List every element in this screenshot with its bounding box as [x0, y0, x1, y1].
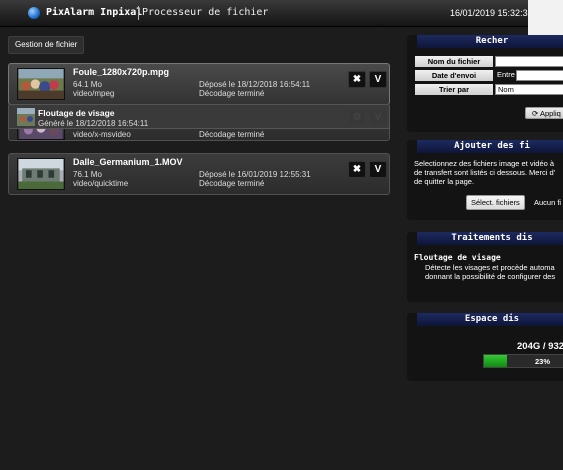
file-name: Foule_1280x720p.mpg: [73, 67, 170, 77]
file-management-button[interactable]: Gestion de fichier: [8, 36, 85, 54]
app-subtitle: Processeur de fichier: [142, 7, 269, 18]
add-files-title: Ajouter des fi: [417, 140, 563, 153]
title-separator: [138, 6, 139, 20]
video-thumbnail: [17, 68, 65, 100]
add-files-text-3: de quitter la page.: [414, 177, 475, 186]
delete-icon[interactable]: ✖: [348, 161, 366, 178]
file-name: Dalle_Germanium_1.MOV: [73, 157, 183, 167]
search-panel: Recher Nom du fichier Date d'envoi Entre…: [407, 35, 563, 132]
top-bar: PixAlarm Inpixal Processeur de fichier 1…: [0, 0, 563, 27]
file-status: Décodage terminé: [199, 179, 265, 188]
file-status: Décodage terminé: [199, 89, 265, 98]
disk-space-title: Espace dis: [417, 313, 563, 326]
sort-select[interactable]: Nom: [495, 84, 563, 95]
clock: 16/01/2019 15:32:36: [450, 8, 533, 18]
process-generated-date: Généré le 18/12/2018 16:54:11: [38, 119, 149, 128]
video-thumbnail: [17, 158, 65, 190]
disk-usage: 204G / 932: [517, 341, 563, 352]
apply-button[interactable]: ⟳ Appliq: [525, 107, 563, 119]
file-mime: video/x-msvideo: [73, 130, 131, 139]
file-mime: video/mpeg: [73, 89, 115, 98]
select-files-button[interactable]: Sélect. fichiers: [466, 195, 525, 210]
add-files-text-1: Selectionnez des fichiers image et vidéo…: [414, 159, 555, 168]
treatment-name: Floutage de visage: [414, 253, 501, 262]
treatment-desc-2: donnant la possibilité de configurer des: [425, 272, 556, 281]
date-start-input[interactable]: [516, 70, 563, 81]
upload-date-label: Date d'envoi: [415, 70, 493, 81]
date-range-prefix: Entre: [497, 70, 515, 79]
file-status: Décodage terminé: [199, 130, 265, 139]
app-name: PixAlarm Inpixal: [46, 7, 143, 18]
window-backdrop: [528, 0, 563, 37]
process-popup[interactable]: Floutage de visage Généré le 18/12/2018 …: [8, 104, 390, 129]
disk-space-panel: Espace dis 204G / 932 23%: [407, 313, 563, 381]
no-file-label: Aucun fi: [534, 198, 562, 207]
process-title: Floutage de visage: [38, 108, 115, 118]
delete-icon[interactable]: ✖: [348, 71, 366, 88]
file-deposit-date: Déposé le 16/01/2019 12:55:31: [199, 170, 311, 179]
app-logo-icon: [28, 7, 40, 19]
filename-input[interactable]: [495, 56, 563, 67]
search-panel-title: Recher: [417, 35, 563, 48]
chevron-down-icon[interactable]: V: [369, 71, 387, 88]
add-files-text-2: de transfert sont listés ci dessous. Mer…: [414, 168, 556, 177]
process-thumbnail: [17, 108, 35, 126]
filename-label: Nom du fichier: [415, 56, 493, 67]
disk-progress-bar: [483, 354, 563, 368]
file-row[interactable]: Dalle_Germanium_1.MOV 76.1 Mo video/quic…: [8, 153, 390, 195]
file-row[interactable]: Foule_1280x720p.mpg 64.1 Mo video/mpeg D…: [8, 63, 390, 105]
upload-date-range[interactable]: Entre: [495, 70, 563, 81]
file-size: 76.1 Mo: [73, 170, 102, 179]
sort-label: Trier par: [415, 84, 493, 95]
file-deposit-date: Déposé le 18/12/2018 16:54:11: [199, 80, 311, 89]
chevron-down-icon[interactable]: V: [369, 161, 387, 178]
file-mime: video/quicktime: [73, 179, 129, 188]
disk-percent: 23%: [535, 357, 551, 366]
disk-progress-fill: [484, 355, 507, 367]
add-files-panel: Ajouter des fi Selectionnez des fichiers…: [407, 140, 563, 220]
treatments-title: Traitements dis: [417, 232, 563, 245]
file-size: 64.1 Mo: [73, 80, 102, 89]
treatment-desc-1: Détecte les visages et procède automa: [425, 263, 555, 272]
treatments-panel: Traitements dis Floutage de visage Détec…: [407, 232, 563, 302]
